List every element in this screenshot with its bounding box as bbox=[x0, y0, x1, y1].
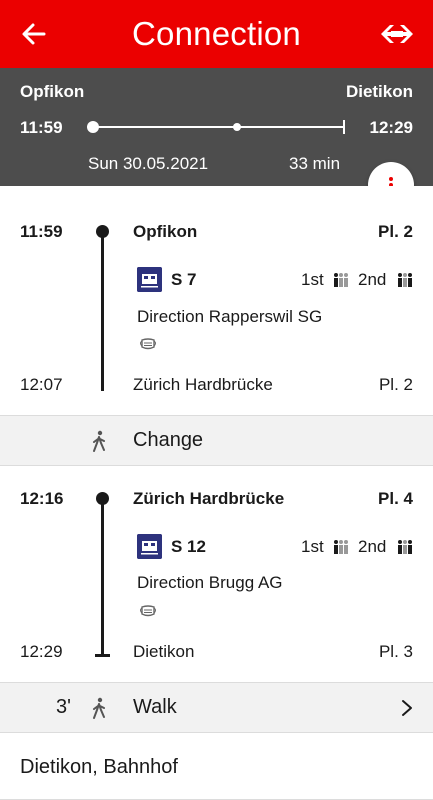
leg-departure-platform: Pl. 2 bbox=[378, 222, 413, 241]
second-class-label: 2nd bbox=[358, 270, 387, 289]
leg-departure-platform: Pl. 4 bbox=[378, 489, 413, 508]
journey-leg[interactable]: 11:59 Opfikon Pl. 2 S 7 1st 2nd Directio… bbox=[0, 186, 433, 415]
first-class-label: 1st bbox=[301, 270, 324, 289]
train-icon bbox=[137, 534, 162, 559]
train-line: S 7 bbox=[171, 270, 197, 289]
destination-station: Dietikon bbox=[345, 82, 413, 101]
leg-line bbox=[101, 498, 104, 656]
leg-departure-station: Zürich Hardbrücke bbox=[133, 489, 285, 508]
mask-icon bbox=[140, 338, 156, 350]
second-class-label: 2nd bbox=[358, 537, 387, 556]
occupancy-second-icon bbox=[398, 540, 412, 554]
first-class-label: 1st bbox=[301, 537, 324, 556]
page-title: Connection bbox=[132, 15, 301, 52]
leg-arrival-platform: Pl. 2 bbox=[378, 375, 413, 394]
destination-label: Dietikon, Bahnhof bbox=[20, 756, 178, 778]
walk-duration: 3' bbox=[56, 696, 71, 718]
departure-time: 11:59 bbox=[20, 118, 63, 137]
walk-row[interactable]: 3' Walk bbox=[0, 682, 433, 733]
leg-departure-time: 12:16 bbox=[20, 489, 64, 508]
occupancy-first-icon bbox=[334, 540, 348, 554]
leg-line bbox=[101, 231, 104, 391]
walking-person-icon bbox=[93, 697, 105, 719]
leg-arrival-station: Dietikon bbox=[133, 642, 195, 661]
final-destination: Dietikon, Bahnhof bbox=[0, 733, 433, 800]
app-bar: Connection bbox=[0, 0, 433, 68]
mask-icon bbox=[140, 605, 156, 617]
change-label: Change bbox=[133, 429, 204, 451]
chevron-right-icon bbox=[402, 700, 412, 716]
sbb-logo-icon bbox=[381, 25, 413, 43]
walking-person-icon bbox=[93, 430, 105, 452]
journey-leg[interactable]: 12:16 Zürich Hardbrücke Pl. 4 S 12 1st 2… bbox=[0, 466, 433, 682]
leg-arrival-time: 12:29 bbox=[20, 642, 63, 661]
occupancy-second-icon bbox=[398, 273, 412, 287]
walk-label: Walk bbox=[133, 696, 177, 718]
leg-departure-station: Opfikon bbox=[133, 222, 198, 241]
leg-arrival-station: Zürich Hardbrücke bbox=[133, 375, 273, 394]
travel-duration: 33 min bbox=[289, 154, 341, 173]
journey-timeline bbox=[87, 120, 345, 134]
leg-departure-time: 11:59 bbox=[20, 222, 63, 241]
arrival-tick bbox=[95, 654, 110, 657]
origin-station: Opfikon bbox=[20, 82, 85, 101]
leg-arrival-time: 12:07 bbox=[20, 375, 63, 394]
train-direction: Direction Brugg AG bbox=[137, 573, 283, 592]
change-row: Change bbox=[0, 415, 433, 466]
departure-dot bbox=[96, 225, 109, 238]
train-icon bbox=[137, 267, 162, 292]
train-direction: Direction Rapperswil SG bbox=[137, 307, 323, 326]
departure-dot bbox=[96, 492, 109, 505]
travel-date: Sun 30.05.2021 bbox=[88, 154, 209, 173]
occupancy-first-icon bbox=[334, 273, 348, 287]
arrival-time: 12:29 bbox=[369, 118, 413, 137]
train-line: S 12 bbox=[171, 537, 206, 556]
leg-arrival-platform: Pl. 3 bbox=[378, 642, 413, 661]
